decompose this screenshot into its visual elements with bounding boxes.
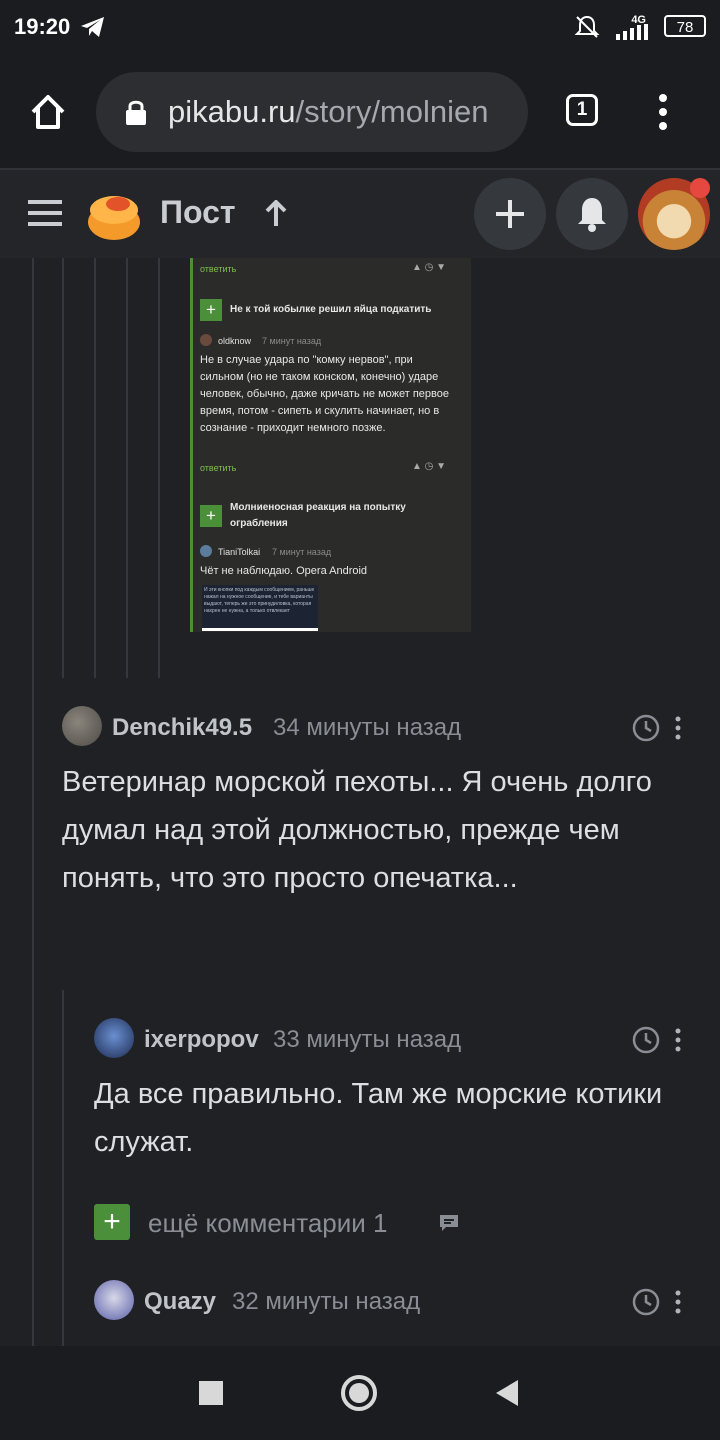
avatar[interactable]: [94, 1018, 134, 1058]
hamburger-icon[interactable]: [28, 198, 64, 228]
thread-line: [158, 258, 160, 678]
comment-image[interactable]: ответить ▲ ◷ ▼ + Не к той кобылке решил …: [190, 258, 471, 632]
site-header: Пост: [0, 170, 720, 258]
embedded-username: TianiTolkai: [218, 547, 261, 557]
screenshot-accent: [190, 258, 193, 632]
thread-line: [62, 990, 64, 1346]
expand-plus: +: [200, 299, 222, 321]
tab-switcher-button[interactable]: 1: [566, 94, 598, 126]
mute-icon: [574, 15, 600, 38]
comment-text: Да все правильно. Там же морские котики …: [94, 1078, 663, 1158]
reply-link: ответить: [200, 264, 237, 274]
comment-text: Ветеринар морской пехоты... Я очень долг…: [62, 766, 652, 894]
status-time: 19:20: [14, 14, 71, 39]
embedded-comment-text: Не в случае удара по "комку нервов", при…: [200, 354, 449, 434]
embedded-username: oldknow: [218, 336, 252, 346]
more-comments-link[interactable]: ещё комментарии 1: [148, 1208, 388, 1239]
thread-line: [94, 258, 96, 678]
embedded-time: 7 минут назад: [272, 547, 332, 557]
more-vert-icon[interactable]: [656, 94, 670, 130]
more-vert-icon[interactable]: [674, 716, 682, 740]
signal-icon: [616, 24, 648, 40]
telegram-icon: [81, 17, 104, 37]
avatar[interactable]: [94, 1280, 134, 1320]
battery-indicator: 78: [664, 15, 706, 37]
reply-link: ответить: [200, 463, 237, 473]
status-bar: 19:20 4G 78: [0, 0, 720, 56]
notifications-button[interactable]: [556, 178, 628, 250]
comment-time: 34 минуты назад: [273, 714, 462, 741]
embedded-story-title: Молниеносная реакция на попытку ограблен…: [230, 502, 406, 529]
avatar: [200, 545, 212, 557]
comment-time: 33 минуты назад: [273, 1026, 462, 1053]
lock-icon: [126, 100, 146, 125]
browser-toolbar: pikabu.ru/story/molnien 1: [0, 56, 720, 170]
bell-icon: [578, 198, 606, 232]
home-icon[interactable]: [28, 92, 68, 132]
logo-icon[interactable]: [84, 184, 144, 244]
thread-line: [62, 258, 64, 678]
vote-icons: ▲ ◷ ▼: [412, 262, 447, 273]
clock-icon[interactable]: [632, 1288, 660, 1316]
comment-username[interactable]: ixerpopov: [144, 1026, 259, 1054]
avatar[interactable]: [62, 706, 102, 746]
system-nav-bar: [0, 1346, 720, 1440]
embedded-time: 7 минут назад: [262, 336, 322, 346]
plus-icon: [496, 200, 524, 228]
avatar: [200, 334, 212, 346]
circle-icon[interactable]: [340, 1374, 378, 1412]
back-icon[interactable]: [494, 1378, 520, 1408]
url-path: /story/molnien: [295, 94, 489, 129]
arrow-up-icon[interactable]: [264, 200, 288, 228]
notification-dot: [690, 178, 710, 198]
comment-time: 32 минуты назад: [232, 1288, 421, 1315]
square-icon[interactable]: [198, 1380, 224, 1406]
chat-icon: [440, 1215, 458, 1231]
url-domain: pikabu.ru: [168, 94, 296, 129]
thread-line: [126, 258, 128, 678]
thread-line: [32, 258, 34, 1346]
address-bar[interactable]: pikabu.ru/story/molnien: [96, 72, 528, 152]
vote-icons: ▲ ◷ ▼: [412, 461, 447, 472]
url-text: pikabu.ru/story/molnien: [168, 94, 489, 130]
add-post-button[interactable]: [474, 178, 546, 250]
embedded-story-title: Не к той кобылке решил яйца подкатить: [230, 304, 432, 315]
embedded-comment-text: Чёт не наблюдаю. Opera Android: [200, 565, 368, 577]
more-vert-icon[interactable]: [674, 1028, 682, 1052]
expand-plus: +: [200, 505, 222, 527]
clock-icon[interactable]: [632, 714, 660, 742]
page-title: Пост: [160, 194, 236, 230]
comment-username[interactable]: Denchik49.5: [112, 714, 252, 742]
more-vert-icon[interactable]: [674, 1290, 682, 1314]
comment-username[interactable]: Quazy: [144, 1288, 216, 1316]
expand-plus-button[interactable]: +: [94, 1204, 130, 1240]
clock-icon[interactable]: [632, 1026, 660, 1054]
nested-image: И эти кнопки под каждым сообщением, рань…: [202, 585, 318, 631]
